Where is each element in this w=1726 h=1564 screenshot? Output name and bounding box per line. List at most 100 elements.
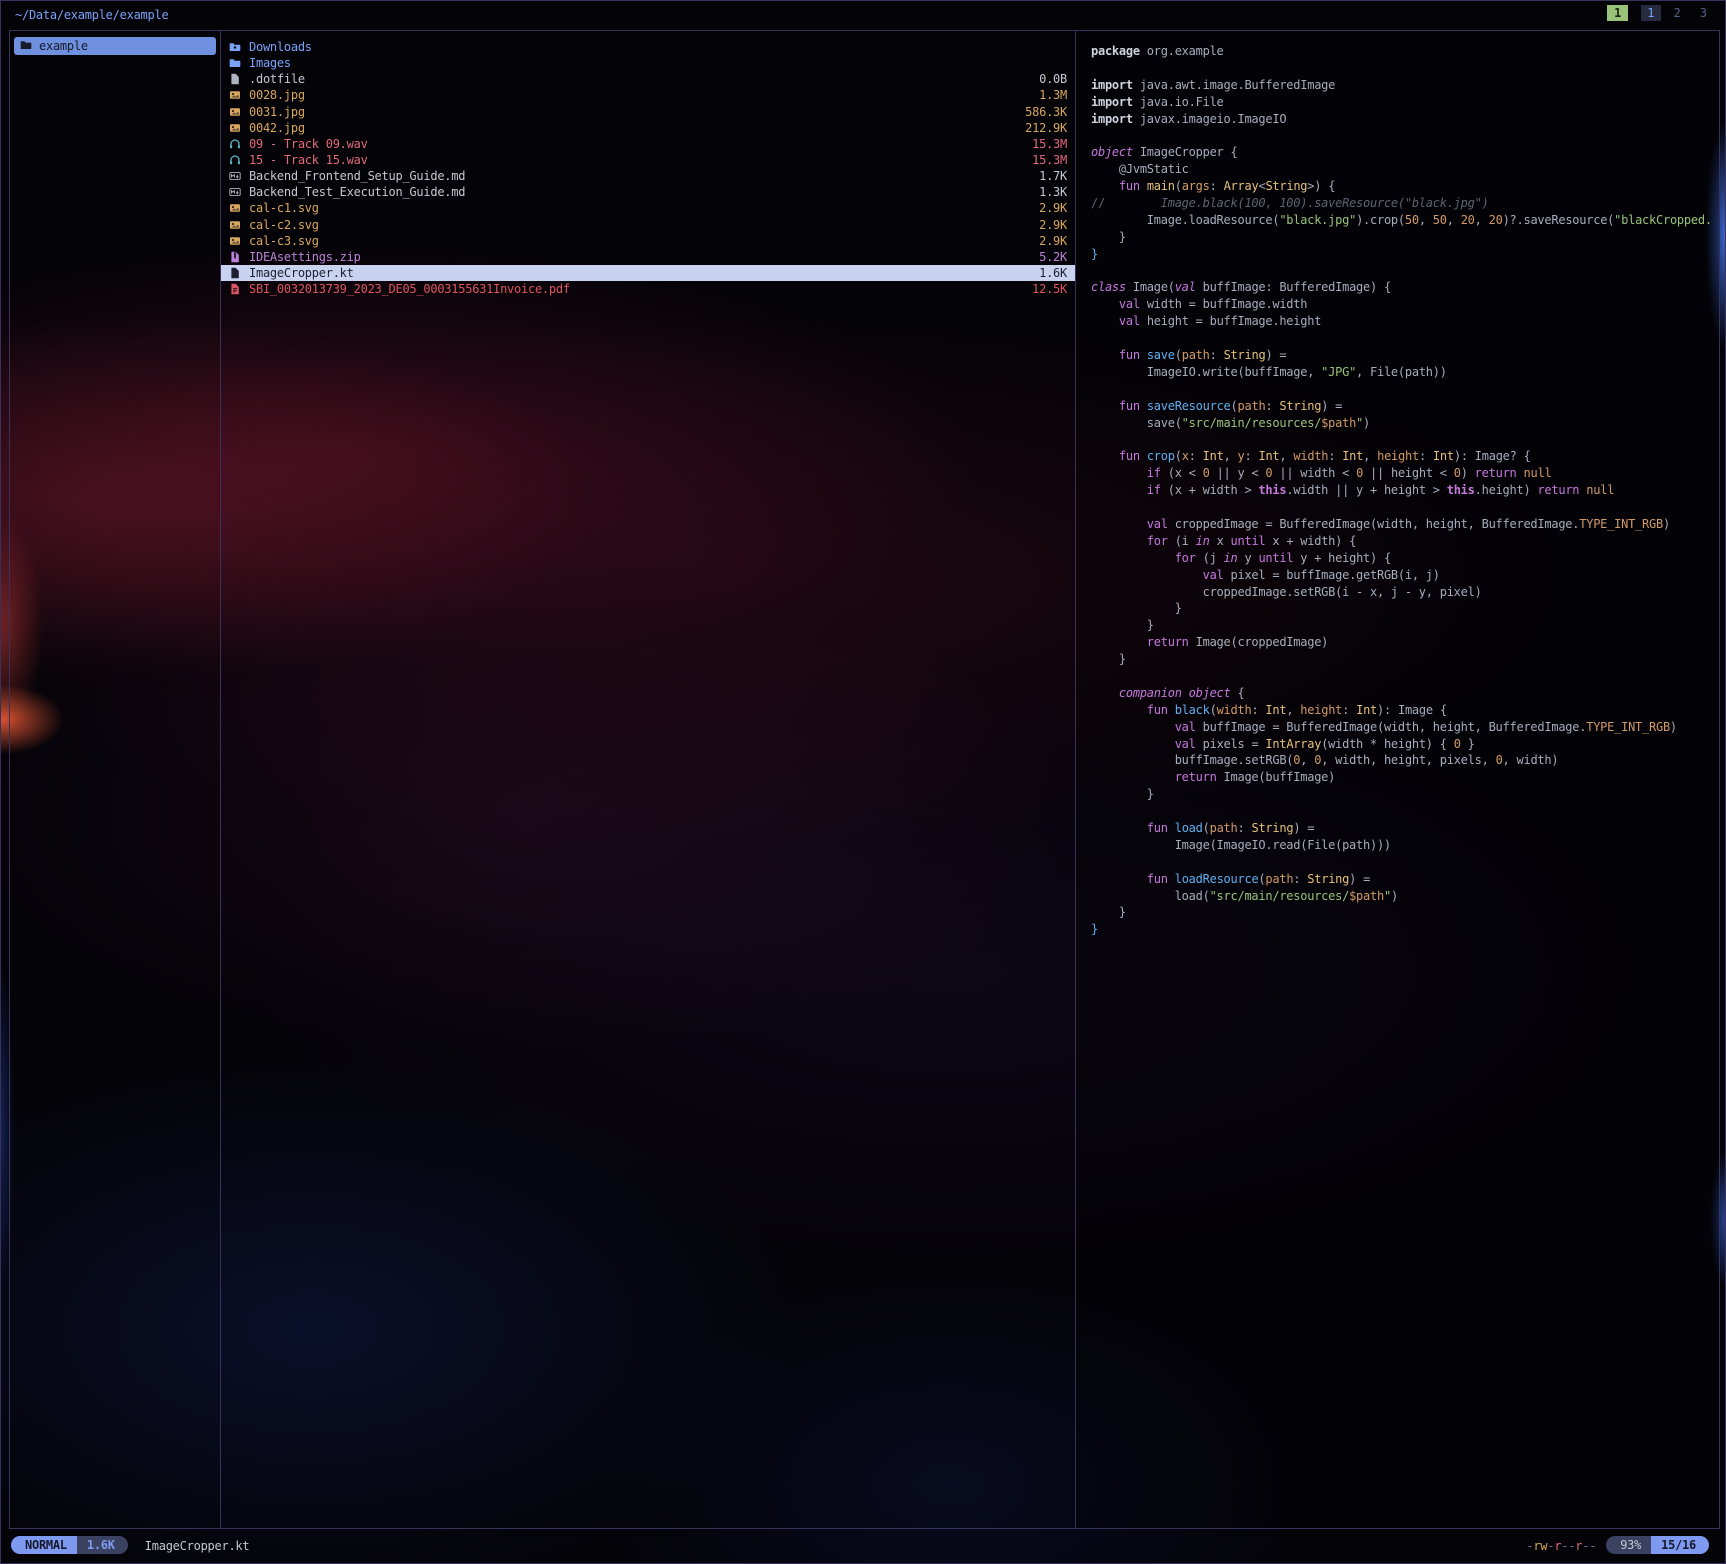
code-line: fun crop(x: Int, y: Int, width: Int, hei… [1091, 448, 1719, 465]
file-name: 0042.jpg [249, 121, 1017, 135]
file-size: 15.3M [1032, 153, 1067, 167]
scroll-percent: 93% [1606, 1536, 1651, 1554]
status-bar: NORMAL 1.6K ImageCropper.kt -rw-r--r-- 9… [1, 1534, 1725, 1560]
code-line: package org.example [1091, 43, 1719, 60]
image-icon [229, 122, 244, 134]
file-name: 15 - Track 15.wav [249, 153, 1024, 167]
file-row[interactable]: SBI_0032013739_2023_DE05_0003155631Invoi… [221, 281, 1075, 297]
code-line: croppedImage.setRGB(i - x, j - y, pixel) [1091, 584, 1719, 601]
code-line: fun saveResource(path: String) = [1091, 398, 1719, 415]
file-size: 15.3M [1032, 137, 1067, 151]
image-icon [229, 219, 244, 231]
file-name: 09 - Track 09.wav [249, 137, 1024, 151]
file-size: 2.9K [1039, 234, 1067, 248]
status-left: NORMAL 1.6K ImageCropper.kt [11, 1536, 249, 1554]
file-row[interactable]: cal-c1.svg 2.9K [221, 200, 1075, 216]
code-line: val pixel = buffImage.getRGB(i, j) [1091, 567, 1719, 584]
file-name: ImageCropper.kt [249, 266, 1031, 280]
code-line: companion object { [1091, 685, 1719, 702]
task-count-badge: 1 [1607, 5, 1628, 21]
file-row[interactable]: 15 - Track 15.wav 15.3M [221, 152, 1075, 168]
file-name: Images [249, 56, 1059, 70]
folder-icon [20, 39, 32, 54]
code-line: fun main(args: Array<String>) { [1091, 178, 1719, 195]
archive-icon [229, 251, 244, 263]
main-frame: example Downloads Images.dotfile0.0B0028.… [9, 30, 1720, 1529]
code-line: if (x + width > this.width || y + height… [1091, 482, 1719, 499]
code-line: load("src/main/resources/$path") [1091, 888, 1719, 905]
file-row[interactable]: .dotfile0.0B [221, 71, 1075, 87]
file-row[interactable]: ImageCropper.kt 1.6K [221, 265, 1075, 281]
code-line: } [1091, 229, 1719, 246]
code-line: val buffImage = BufferedImage(width, hei… [1091, 719, 1719, 736]
code-line: } [1091, 246, 1719, 263]
audio-icon [229, 138, 244, 150]
file-size: 2.9K [1039, 218, 1067, 232]
code-line: if (x < 0 || y < 0 || width < 0 || heigh… [1091, 465, 1719, 482]
file-row[interactable]: 0028.jpg 1.3M [221, 87, 1075, 103]
file-name: Backend_Frontend_Setup_Guide.md [249, 169, 1031, 183]
code-line: class Image(val buffImage: BufferedImage… [1091, 279, 1719, 296]
file-size: 2.9K [1039, 201, 1067, 215]
file-row[interactable]: Downloads [221, 39, 1075, 55]
markdown-icon [229, 170, 244, 182]
file-row[interactable]: 09 - Track 09.wav 15.3M [221, 136, 1075, 152]
file-name: 0031.jpg [249, 105, 1017, 119]
code-line: fun black(width: Int, height: Int): Imag… [1091, 702, 1719, 719]
code-line: import java.io.File [1091, 94, 1719, 111]
code-line: for (j in y until y + height) { [1091, 550, 1719, 567]
terminal-window: ~/Data/example/example 1 123 example Dow… [0, 0, 1726, 1564]
code-line: save("src/main/resources/$path") [1091, 415, 1719, 432]
parent-pane: example [10, 31, 220, 1528]
file-size: 1.6K [1039, 266, 1067, 280]
code-line [1091, 330, 1719, 347]
pane-divider [1075, 31, 1076, 1528]
file-row[interactable]: Images [221, 55, 1075, 71]
file-size: 12.5K [1032, 282, 1067, 296]
file-row[interactable]: IDEAsettings.zip5.2K [221, 249, 1075, 265]
code-line: Image(ImageIO.read(File(path))) [1091, 837, 1719, 854]
pdf-icon [229, 283, 244, 295]
code-line: // Image.black(100, 100).saveResource("b… [1091, 195, 1719, 212]
code-line [1091, 431, 1719, 448]
file-name: Downloads [249, 40, 1059, 54]
code-line: object ImageCropper { [1091, 144, 1719, 161]
code-line: val height = buffImage.height [1091, 313, 1719, 330]
image-icon [229, 106, 244, 118]
tab-1[interactable]: 1 [1641, 5, 1660, 21]
code-line: return Image(buffImage) [1091, 769, 1719, 786]
tab-3[interactable]: 3 [1694, 5, 1713, 21]
pane-divider [220, 31, 221, 1528]
code-line: } [1091, 600, 1719, 617]
file-row[interactable]: cal-c3.svg2.9K [221, 233, 1075, 249]
file-name: cal-c1.svg [249, 201, 1031, 215]
downloads-folder-icon [229, 41, 244, 53]
parent-dir-label: example [39, 39, 88, 53]
file-row[interactable]: cal-c2.svg2.9K [221, 217, 1075, 233]
markdown-icon [229, 186, 244, 198]
code-line: Image.loadResource("black.jpg").crop(50,… [1091, 212, 1719, 229]
code-line [1091, 263, 1719, 280]
file-size: 1.3M [1039, 88, 1067, 102]
code-line: } [1091, 921, 1719, 938]
code-line: buffImage.setRGB(0, 0, width, height, pi… [1091, 752, 1719, 769]
image-icon [229, 202, 244, 214]
image-icon [229, 235, 244, 247]
file-size: 0.0B [1039, 72, 1067, 86]
file-row[interactable]: 0031.jpg586.3K [221, 104, 1075, 120]
code-line: } [1091, 651, 1719, 668]
tab-2[interactable]: 2 [1668, 5, 1687, 21]
code-line: import java.awt.image.BufferedImage [1091, 77, 1719, 94]
file-row[interactable]: 0042.jpg212.9K [221, 120, 1075, 136]
code-line [1091, 60, 1719, 77]
file-row[interactable]: Backend_Test_Execution_Guide.md1.3K [221, 184, 1075, 200]
tab-bar: 1 123 [1607, 5, 1713, 21]
selected-filename: ImageCropper.kt [145, 1537, 250, 1553]
file-name: 0028.jpg [249, 88, 1031, 102]
file-icon [229, 73, 244, 85]
code-line: } [1091, 904, 1719, 921]
file-row[interactable]: Backend_Frontend_Setup_Guide.md1.7K [221, 168, 1075, 184]
parent-dir-item[interactable]: example [14, 37, 216, 55]
code-line: } [1091, 617, 1719, 634]
mode-indicator: NORMAL [11, 1536, 77, 1554]
